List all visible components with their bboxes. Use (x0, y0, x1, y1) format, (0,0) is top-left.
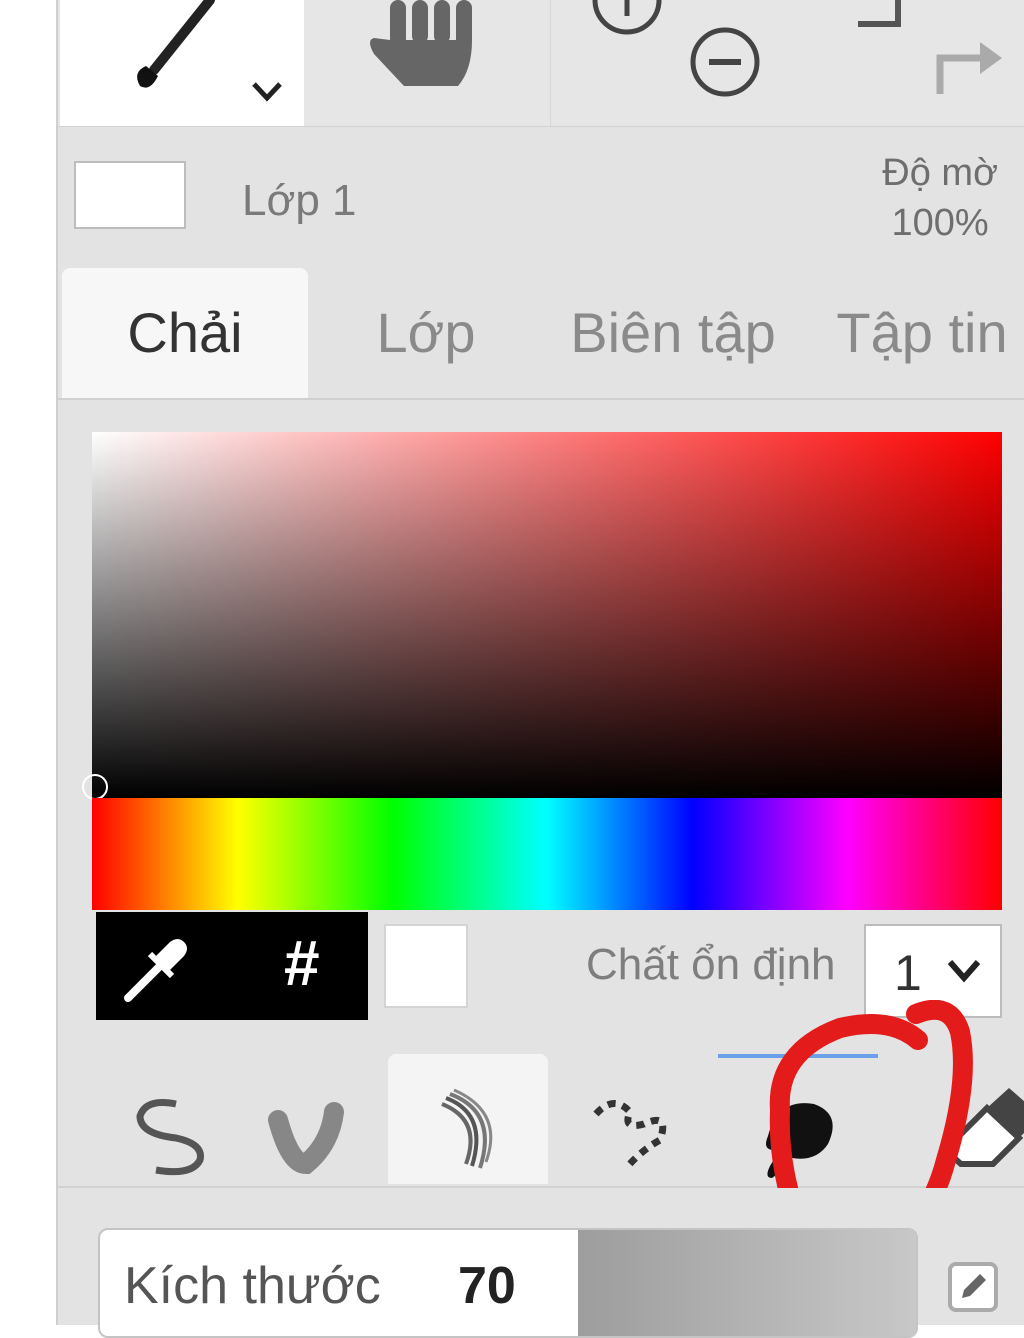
hand-tool-button[interactable] (304, 0, 550, 126)
edit-icon[interactable] (946, 1260, 1000, 1314)
simple-brush-button[interactable] (96, 1054, 256, 1184)
hue-slider[interactable] (92, 798, 1002, 910)
eyedropper-icon[interactable] (114, 928, 194, 1008)
layer-name: Lớp 1 (242, 176, 357, 225)
simple-brush-icon (136, 1099, 204, 1176)
eraser-button[interactable] (900, 1054, 1024, 1184)
paint-panel: Lớp 1 Độ mờ 100% Chải Lớp Biên tập Tập t… (56, 0, 1024, 1338)
current-color-swatch[interactable] (384, 924, 468, 1008)
hex-input-button[interactable]: # (284, 926, 320, 1000)
tab-brush[interactable]: Chải (62, 268, 308, 398)
size-slider-fill (578, 1230, 916, 1336)
size-slider[interactable]: Kích thước 70 (98, 1228, 918, 1338)
zoom-tools (550, 0, 811, 126)
color-cursor[interactable] (82, 774, 108, 800)
size-value: 70 (458, 1257, 516, 1315)
tab-edit[interactable]: Biên tập (558, 268, 788, 398)
chevron-down-icon (947, 960, 981, 983)
bristle-brush-icon (441, 1088, 493, 1169)
opacity-indicator[interactable]: Độ mờ 100% (882, 148, 998, 248)
zoom-in-icon[interactable] (589, 0, 669, 40)
bristle-brush-button[interactable] (388, 1054, 548, 1184)
stabilizer-select[interactable]: 1 (864, 924, 1002, 1018)
size-label: Kích thước (124, 1257, 381, 1315)
tab-bar: Chải Lớp Biên tập Tập tin (58, 268, 1024, 400)
opacity-label: Độ mờ (882, 152, 998, 194)
fill-brush-button[interactable] (718, 1054, 878, 1188)
saturation-value-picker[interactable] (92, 432, 1002, 798)
tab-layer[interactable]: Lớp (320, 268, 532, 398)
toolbar (58, 0, 1024, 127)
stabilizer-label: Chất ổn định (586, 940, 836, 989)
dotted-brush-icon (593, 1100, 667, 1169)
eraser-icon (940, 1088, 1024, 1167)
zoom-out-icon[interactable] (687, 24, 763, 100)
brush-icon (137, 0, 215, 88)
opacity-value: 100% (891, 202, 989, 244)
tab-file[interactable]: Tập tin (822, 268, 1022, 398)
fill-brush-icon (766, 1103, 833, 1178)
brush-type-row (58, 1040, 1024, 1188)
history-tools (810, 0, 1024, 126)
brush-tool-button[interactable] (60, 0, 304, 126)
picker-tools: # (96, 912, 368, 1020)
layer-row[interactable] (58, 127, 1024, 267)
dotted-brush-button[interactable] (552, 1054, 712, 1184)
layer-thumbnail[interactable] (74, 161, 186, 229)
size-row: Kích thước 70 (58, 1188, 1024, 1338)
blur-brush-button[interactable] (234, 1054, 394, 1184)
stabilizer-value: 1 (894, 945, 922, 1001)
hand-icon (370, 0, 472, 86)
chevron-down-icon (252, 82, 282, 102)
blur-brush-icon (268, 1102, 344, 1175)
redo-icon[interactable] (932, 24, 1006, 98)
undo-icon[interactable] (858, 0, 908, 34)
